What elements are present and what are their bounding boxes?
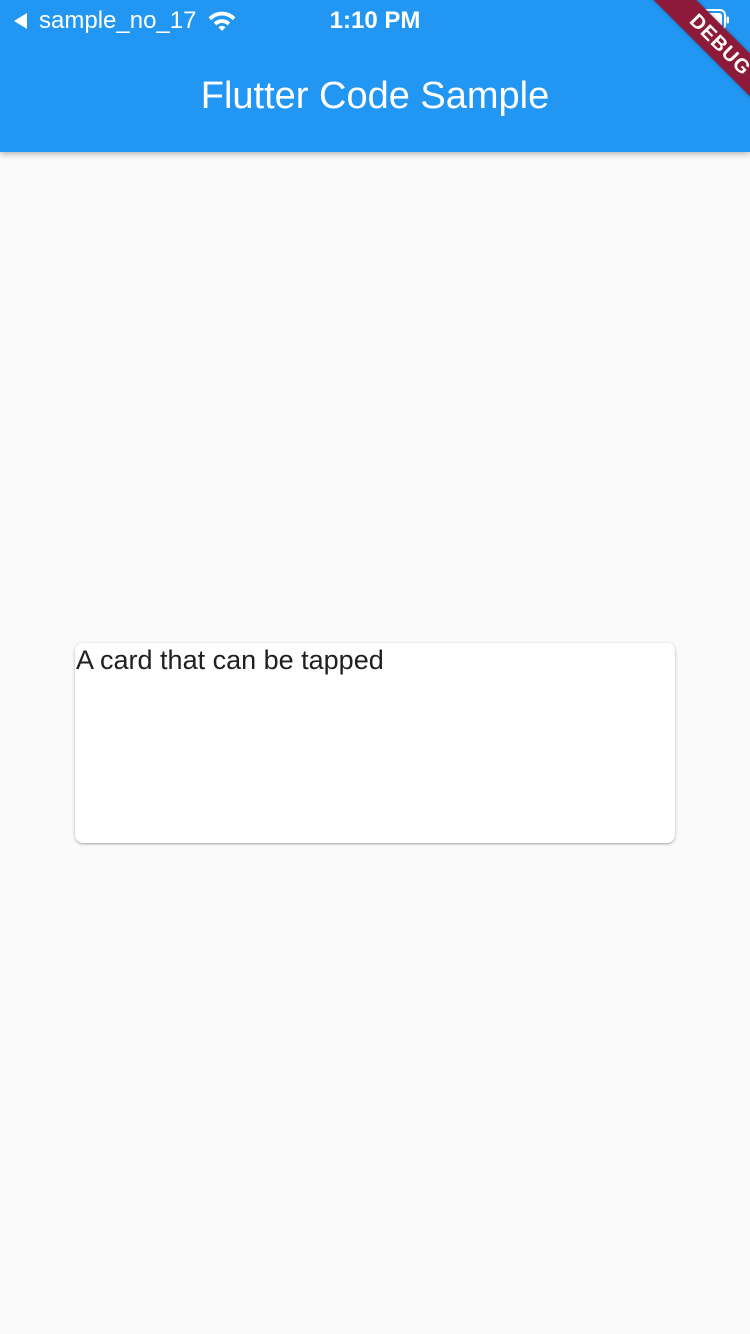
status-time: 1:10 PM: [329, 7, 421, 34]
status-bar: sample_no_17 1:10 PM: [0, 0, 750, 40]
card-text: A card that can be tapped: [76, 645, 384, 675]
battery-icon: [690, 9, 729, 31]
app-title: Flutter Code Sample: [200, 75, 550, 117]
app-bar: sample_no_17 1:10 PM Flutter Code Sample: [0, 0, 750, 152]
tappable-card[interactable]: A card that can be tapped: [75, 643, 675, 843]
